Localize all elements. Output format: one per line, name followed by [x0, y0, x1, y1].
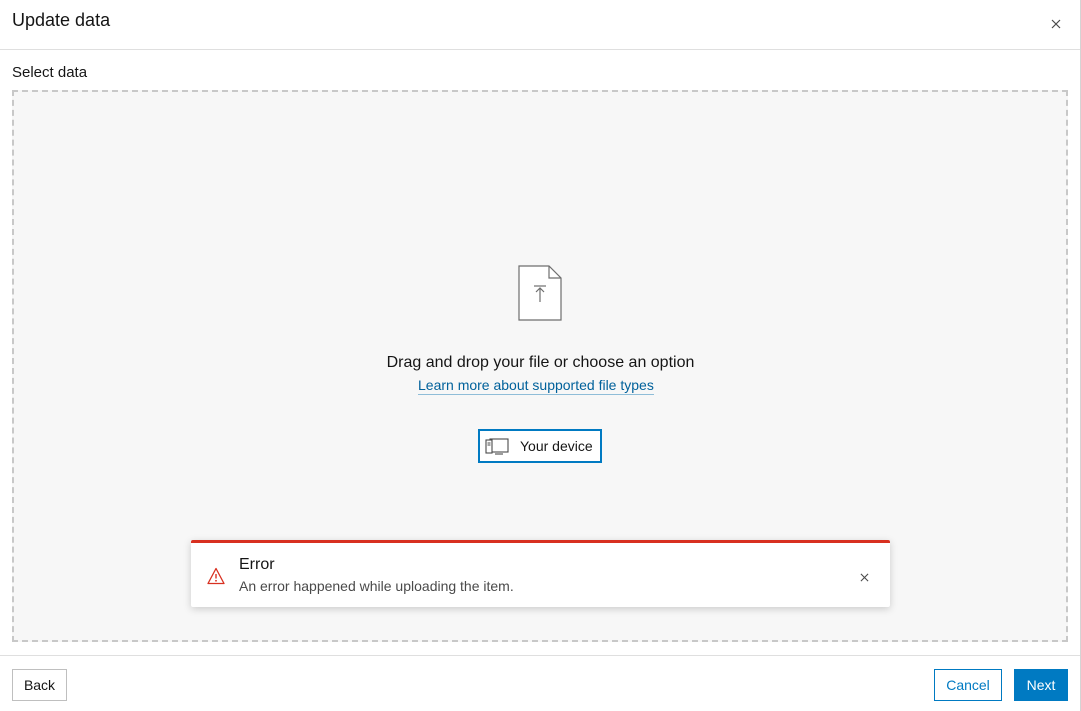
cancel-button[interactable]: Cancel [934, 669, 1002, 701]
dialog-header: Update data [0, 0, 1080, 50]
dialog-footer: Back Cancel Next [0, 655, 1080, 711]
alert-close-button[interactable] [855, 568, 873, 586]
back-button[interactable]: Back [12, 669, 67, 701]
error-alert: Error An error happened while uploading … [191, 540, 890, 607]
dialog-close-button[interactable] [1043, 12, 1069, 36]
your-device-button[interactable]: Your device [478, 429, 602, 463]
dropzone-heading: Drag and drop your file or choose an opt… [386, 354, 695, 371]
dialog-title: Update data [12, 10, 111, 30]
alert-title: Error [239, 556, 275, 573]
update-data-dialog: Update data Select data Drag and drop yo… [0, 0, 1081, 711]
close-icon [1051, 19, 1061, 29]
learn-more-link[interactable]: Learn more about supported file types [418, 377, 654, 395]
warning-icon [207, 567, 225, 585]
close-icon [860, 573, 868, 581]
device-icon [485, 438, 509, 455]
file-upload-icon [518, 265, 562, 321]
your-device-label: Your device [520, 438, 593, 454]
select-data-label: Select data [12, 64, 88, 81]
alert-message: An error happened while uploading the it… [239, 578, 514, 594]
next-button[interactable]: Next [1014, 669, 1068, 701]
